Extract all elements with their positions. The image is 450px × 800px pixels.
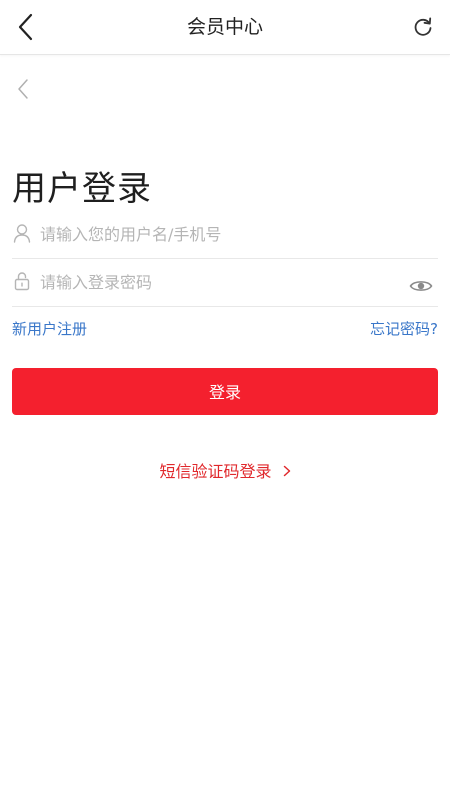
top-navigation-bar: 会员中心: [0, 0, 450, 55]
chevron-right-icon: [283, 462, 291, 481]
login-page: 会员中心 用户登录 请输入您的用户名/手机号 新用户注册 忘记密码? 登录 短信…: [0, 0, 450, 800]
username-field: [12, 210, 438, 259]
password-input[interactable]: [38, 264, 402, 300]
refresh-button[interactable]: [406, 10, 440, 44]
password-field: [12, 258, 438, 307]
chevron-left-icon: [18, 79, 28, 99]
login-button[interactable]: 登录: [12, 368, 438, 415]
lock-icon: [12, 270, 32, 292]
page-title: 会员中心: [186, 16, 263, 38]
username-input[interactable]: [38, 216, 402, 252]
eye-icon[interactable]: [408, 276, 434, 296]
sms-login-link[interactable]: 短信验证码登录: [0, 458, 450, 482]
user-icon: [12, 222, 32, 244]
sms-login-label: 短信验证码登录: [159, 462, 272, 481]
forgot-password-link[interactable]: 忘记密码?: [370, 318, 438, 339]
login-heading: 用户登录: [12, 168, 152, 209]
inner-back-button[interactable]: [8, 72, 38, 106]
register-link[interactable]: 新用户注册: [12, 318, 87, 339]
refresh-icon: [414, 17, 432, 36]
